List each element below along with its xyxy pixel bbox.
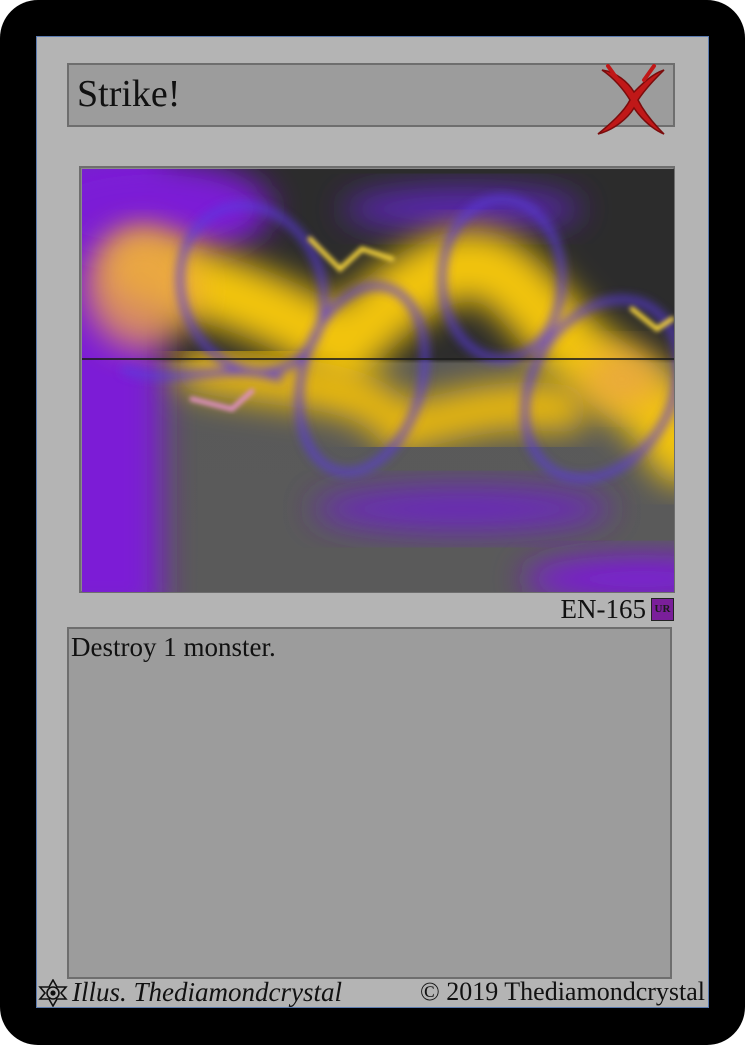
effect-text: Destroy 1 monster.: [71, 632, 276, 662]
copyright-text: © 2019 Thediamondcrystal: [420, 977, 705, 1006]
card: Strike! EN-165 UR Destroy 1 monster. Ill…: [0, 0, 745, 1045]
gear-eye-icon: [37, 978, 69, 1008]
illustrator-credit: Illus. Thediamondcrystal: [72, 977, 342, 1007]
rarity-badge: UR: [651, 598, 674, 621]
effect-text-box: Destroy 1 monster.: [67, 627, 672, 979]
card-title: Strike!: [77, 73, 181, 115]
red-x-icon: [594, 64, 666, 136]
title-bar: Strike!: [67, 63, 675, 127]
card-artwork: [79, 166, 675, 593]
set-code: EN-165: [560, 594, 646, 624]
